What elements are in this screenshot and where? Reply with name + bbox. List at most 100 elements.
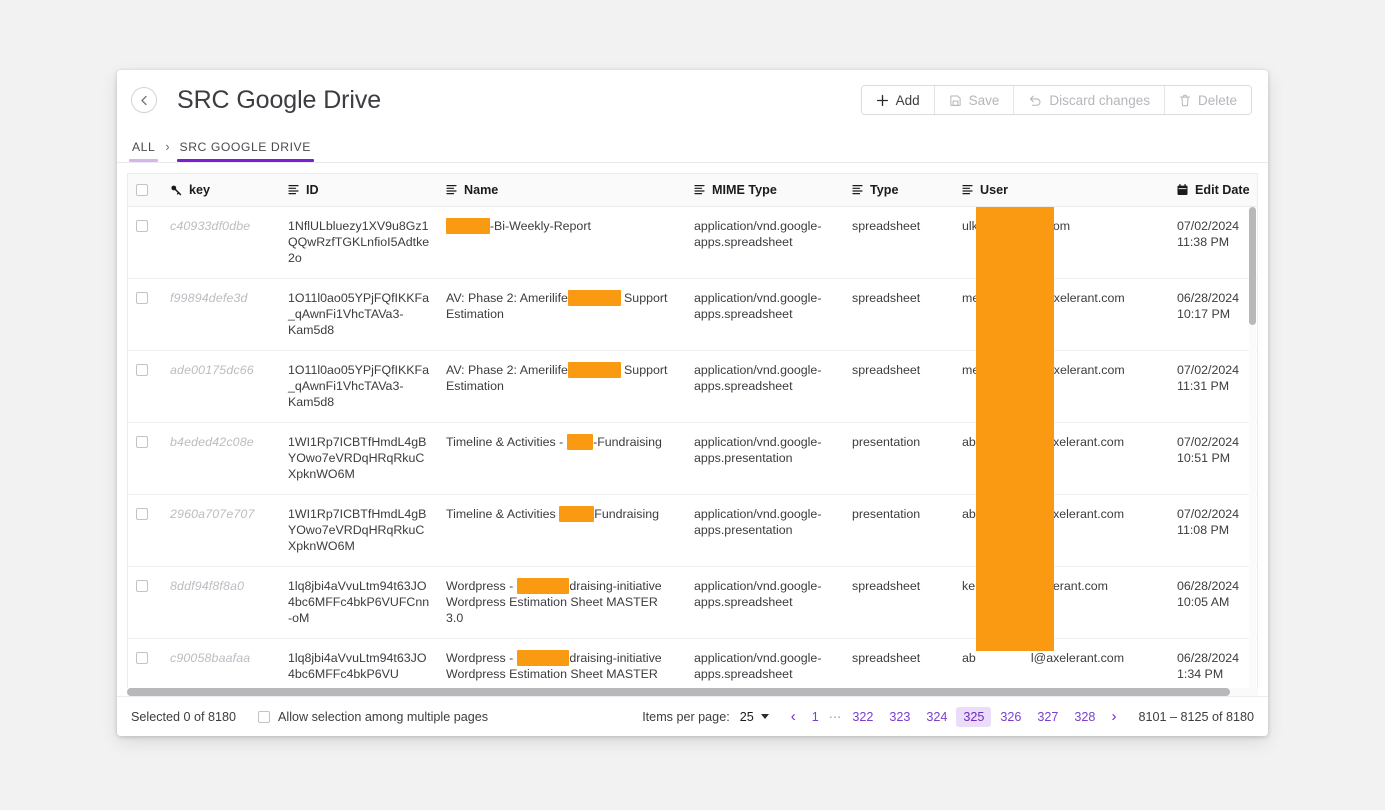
allow-multipage-selection-checkbox[interactable] (258, 710, 271, 723)
select-all-checkbox[interactable] (136, 184, 148, 197)
text-lines-icon (962, 184, 973, 195)
cell-id: 1O11l0ao05YPjFQfIKKFa_qAwnFi1VhcTAVa3-Ka… (280, 278, 438, 351)
column-header-name[interactable]: Name (438, 174, 686, 207)
table-row[interactable]: 8ddf94f8f8a0 1lq8jbi4aVvuLtm94t63JO4bc6MF… (128, 566, 1257, 639)
next-page-button[interactable]: › (1103, 707, 1124, 726)
page-button-322[interactable]: 322 (845, 707, 880, 727)
row-select-checkbox[interactable] (136, 292, 148, 305)
delete-label: Delete (1197, 92, 1237, 108)
column-header-id[interactable]: ID (280, 174, 438, 207)
edit-date-time: 1:34 PM (1177, 666, 1224, 681)
horizontal-scrollbar-track[interactable] (127, 688, 1258, 696)
cell-id: 1NflULbluezy1XV9u8Gz1QQwRzfTGKLnfioI5Adt… (280, 206, 438, 279)
window-header: SRC Google Drive Add Save Discard change… (117, 70, 1268, 130)
column-header-user[interactable]: User (954, 174, 1169, 207)
name-redaction: ████ (559, 505, 595, 522)
data-table: key ID Name MIME Type Type User Edit Dat… (128, 174, 1257, 695)
cell-mime-type: application/vnd.google-apps.spreadsheet (686, 638, 844, 695)
add-label: Add (895, 92, 920, 108)
page-ellipsis: ⋯ (828, 710, 843, 724)
column-header-edit-date-label: Edit Date (1195, 182, 1250, 197)
items-per-page-select[interactable]: 25 (740, 710, 769, 724)
cell-mime-type: application/vnd.google-apps.spreadsheet (686, 206, 844, 279)
table-scroll-container[interactable]: key ID Name MIME Type Type User Edit Dat… (127, 173, 1258, 696)
cell-user: ab l@axelerant.com (954, 494, 1169, 567)
discard-changes-label: Discard changes (1049, 92, 1150, 108)
cell-key: c90058baafaa (162, 638, 280, 695)
save-button[interactable]: Save (934, 86, 1015, 114)
trash-icon (1179, 94, 1191, 107)
page-button-324[interactable]: 324 (919, 707, 954, 727)
text-lines-icon (852, 184, 863, 195)
cell-mime-type: application/vnd.google-apps.spreadsheet (686, 350, 844, 423)
column-header-edit-date[interactable]: Edit Date (1169, 174, 1257, 207)
table-row[interactable]: c90058baafaa 1lq8jbi4aVvuLtm94t63JO4bc6MF… (128, 638, 1257, 695)
edit-date-date: 06/28/2024 (1177, 578, 1240, 593)
calendar-icon (1177, 183, 1188, 196)
row-select-checkbox[interactable] (136, 508, 148, 521)
column-header-type[interactable]: Type (844, 174, 954, 207)
delete-button[interactable]: Delete (1164, 86, 1251, 114)
table-row[interactable]: c40933df0dbe 1NflULbluezy1XV9u8Gz1QQwRzfT… (128, 206, 1257, 279)
edit-date-time: 10:05 AM (1177, 594, 1230, 609)
cell-user: ulk nt.com (954, 206, 1169, 279)
floppy-disk-icon (949, 94, 962, 107)
allow-multipage-selection[interactable]: Allow selection among multiple pages (258, 710, 488, 724)
cell-name: Wordpress - ██████draising-initiative Wo… (438, 638, 686, 695)
table-row[interactable]: 2960a707e707 1WI1Rp7ICBTfHmdL4gBYOwo7eVRD… (128, 494, 1257, 567)
cell-type: spreadsheet (844, 278, 954, 351)
cell-mime-type: application/vnd.google-apps.spreadsheet (686, 278, 844, 351)
column-header-name-label: Name (464, 182, 499, 197)
cell-key: f99894defe3d (162, 278, 280, 351)
back-button[interactable] (131, 87, 157, 113)
edit-date-time: 10:51 PM (1177, 450, 1231, 465)
text-lines-icon (694, 184, 705, 195)
table-row[interactable]: f99894defe3d 1O11l0ao05YPjFQfIKKFa_qAwnFi… (128, 278, 1257, 351)
page-button-first[interactable]: 1 (805, 707, 826, 727)
breadcrumb: ALL › SRC GOOGLE DRIVE (117, 130, 1268, 162)
row-select-checkbox[interactable] (136, 580, 148, 593)
undo-arrow-icon (1028, 94, 1042, 107)
cell-name: Timeline & Activities - ███-Fundraising (438, 422, 686, 495)
page-button-328[interactable]: 328 (1067, 707, 1102, 727)
cell-id: 1WI1Rp7ICBTfHmdL4gBYOwo7eVRDqHRqRkuCXpkn… (280, 494, 438, 567)
add-button[interactable]: Add (861, 86, 935, 114)
cell-user: ab l@axelerant.com (954, 638, 1169, 695)
column-header-id-label: ID (306, 182, 319, 197)
table-row[interactable]: ade00175dc66 1O11l0ao05YPjFQfIKKFa_qAwnFi… (128, 350, 1257, 423)
breadcrumb-current-label: SRC GOOGLE DRIVE (179, 140, 311, 154)
table-area: key ID Name MIME Type Type User Edit Dat… (117, 162, 1268, 696)
page-button-327[interactable]: 327 (1030, 707, 1065, 727)
row-select-cell (128, 206, 162, 279)
page-button-325[interactable]: 325 (956, 706, 992, 727)
row-select-checkbox[interactable] (136, 364, 148, 377)
vertical-scrollbar-thumb[interactable] (1249, 207, 1256, 325)
horizontal-scrollbar-thumb[interactable] (127, 688, 1230, 696)
pagination-range: 8101 – 8125 of 8180 (1138, 709, 1254, 724)
page-button-323[interactable]: 323 (882, 707, 917, 727)
row-select-checkbox[interactable] (136, 436, 148, 449)
breadcrumb-item-current[interactable]: SRC GOOGLE DRIVE (176, 140, 314, 162)
toolbar: Add Save Discard changes Delete (860, 85, 1252, 115)
row-select-checkbox[interactable] (136, 220, 148, 233)
selected-count: Selected 0 of 8180 (131, 709, 237, 724)
row-select-cell (128, 422, 162, 495)
table-row[interactable]: b4eded42c08e 1WI1Rp7ICBTfHmdL4gBYOwo7eVRD… (128, 422, 1257, 495)
items-per-page-label: Items per page: (642, 709, 730, 724)
discard-changes-button[interactable]: Discard changes (1014, 86, 1165, 114)
row-select-checkbox[interactable] (136, 652, 148, 665)
page-button-326[interactable]: 326 (993, 707, 1028, 727)
cell-edit-date: 07/02/2024 11:31 PM (1169, 350, 1257, 423)
cell-key: ade00175dc66 (162, 350, 280, 423)
column-header-mime-type-label: MIME Type (712, 182, 777, 197)
row-select-cell (128, 566, 162, 639)
table-body: c40933df0dbe 1NflULbluezy1XV9u8Gz1QQwRzfT… (128, 206, 1257, 695)
cell-name: AV: Phase 2: Amerilife██████ Support Est… (438, 350, 686, 423)
paginator: Items per page: 25 ‹ 1 ⋯ 322 323 324 325 326… (642, 706, 1254, 727)
previous-page-button[interactable]: ‹ (783, 707, 804, 726)
column-header-key[interactable]: key (162, 174, 280, 207)
breadcrumb-item-all[interactable]: ALL (129, 140, 159, 162)
allow-multipage-selection-label: Allow selection among multiple pages (278, 709, 489, 724)
column-header-type-label: Type (870, 182, 899, 197)
column-header-mime-type[interactable]: MIME Type (686, 174, 844, 207)
